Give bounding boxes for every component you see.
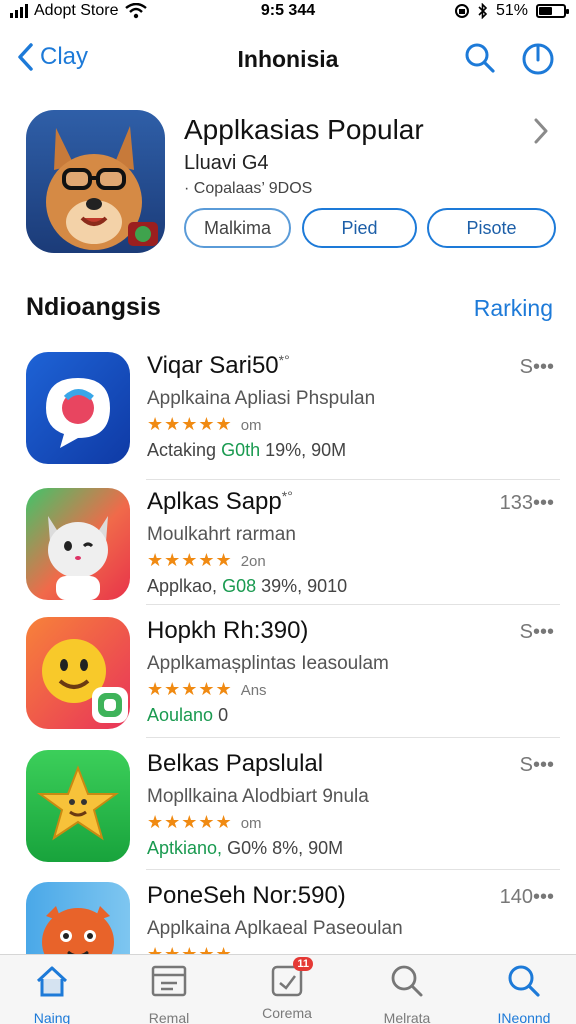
more-button[interactable]: 140••• [500, 886, 554, 909]
section-title: Ndioangsis [26, 293, 161, 321]
back-button[interactable]: Clay [16, 42, 88, 72]
tab-bar: Naing Remal 11 Corema Melrata INeonnd [0, 954, 576, 1024]
app-row[interactable]: Hopkh Rh:390) Applkamașplintas Ieasoulam… [26, 617, 556, 735]
tab-label: Naing [33, 1010, 71, 1024]
battery-icon [536, 4, 569, 18]
back-chevron-icon [18, 43, 33, 71]
tab-label: Melrata [383, 1010, 431, 1024]
tab-label: Corema [262, 1005, 312, 1021]
power-icon[interactable] [520, 40, 556, 76]
tab-home[interactable]: Naing [2, 961, 102, 1024]
tab-label: Remal [148, 1010, 190, 1024]
featured-app[interactable]: Applkasias Popular Lluavi G4 · Copalaas’… [26, 110, 556, 255]
featured-info: · Copalaas’ 9DOS [184, 180, 313, 197]
app-row[interactable]: Belkas Papslulal Mopllkaina Alodbiart 9n… [26, 750, 556, 868]
inbox-icon [151, 965, 187, 997]
more-button[interactable]: S••• [520, 754, 554, 777]
status-right: 51% [454, 2, 569, 20]
star-rating: ★★★★★ om [147, 414, 262, 434]
star-rating: ★★★★★ Ans [147, 679, 267, 699]
star-rating: ★★★★★ [147, 944, 233, 954]
app-row[interactable]: Aplkas Sapp*° Moulkahrt rarman ★★★★★ 2on … [26, 488, 556, 606]
notification-badge: 11 [293, 957, 313, 971]
divider [146, 479, 560, 480]
app-name: Belkas Papslulal [147, 750, 324, 777]
app-description: Applkaina Aplkaeal Paseoulan [147, 918, 403, 939]
app-name: Viqar Sari50*° [147, 352, 290, 379]
tab-inbox[interactable]: Remal [119, 961, 219, 1024]
star-rating: ★★★★★ 2on [147, 550, 266, 570]
chevron-right-icon[interactable] [532, 116, 550, 146]
featured-app-name: Applkasias Popular [184, 114, 424, 145]
app-meta: Actaking G0th 19%, 90M [147, 440, 347, 460]
search-icon [391, 965, 423, 997]
app-description: Mopllkaina Alodbiart 9nula [147, 786, 369, 807]
app-row[interactable]: PoneSeh Nor:590) Applkaina Aplkaeal Pase… [26, 882, 556, 954]
more-button[interactable]: 133••• [500, 492, 554, 515]
chat-bubble-icon [26, 352, 130, 464]
status-bar: Adopt Store 9:5 344 51% [0, 0, 576, 24]
search-icon [508, 965, 540, 997]
featured-button-2[interactable]: Pied [302, 208, 417, 248]
tab-search-active[interactable]: INeonnd [474, 961, 574, 1024]
app-meta: Applkao, G08 39%, 9010 [147, 576, 348, 596]
tab-updates[interactable]: 11 Corema [237, 957, 337, 1023]
featured-subtitle: Lluavi G4 [184, 152, 269, 174]
section-header: Ndioangsis Rarking [26, 293, 553, 329]
app-description: Moulkahrt rarman [147, 524, 296, 545]
battery-percent: 51% [495, 2, 528, 19]
featured-button-3[interactable]: Pisote [427, 208, 556, 248]
tab-search[interactable]: Melrata [357, 961, 457, 1024]
navigation-bar: Clay Inhonisia [0, 36, 576, 84]
back-label: Clay [40, 43, 89, 70]
ranking-link[interactable]: Rarking [474, 295, 553, 322]
app-name: Hopkh Rh:390) [147, 617, 309, 644]
app-name: PoneSeh Nor:590) [147, 882, 346, 909]
updates-icon: 11 [267, 957, 313, 1001]
app-description: Applkaina Apliasi Phspulan [147, 388, 376, 409]
divider [146, 869, 560, 870]
fox-with-glasses-icon [26, 110, 165, 253]
lock-rotation-icon [454, 4, 469, 18]
cartoon-cat-icon [26, 488, 130, 600]
app-row[interactable]: Viqar Sari50*° Applkaina Apliasi Phspula… [26, 352, 556, 470]
star-rating: ★★★★★ om [147, 812, 262, 832]
smiley-face-icon [26, 617, 130, 729]
gold-star-icon [26, 750, 130, 862]
app-description: Applkamașplintas Ieasoulam [147, 653, 389, 674]
app-name: Aplkas Sapp*° [147, 488, 293, 515]
app-meta: Aptkiano, G0% 8%, 90M [147, 838, 344, 858]
bluetooth-icon [478, 3, 488, 19]
more-button[interactable]: S••• [520, 621, 554, 644]
search-icon[interactable] [462, 40, 498, 76]
tab-label: INeonnd [497, 1010, 551, 1024]
more-button[interactable]: S••• [520, 356, 554, 379]
divider [146, 737, 560, 738]
orange-character-icon [26, 882, 130, 954]
app-meta: Aoulano 0 [147, 705, 229, 725]
divider [146, 604, 560, 605]
home-icon [36, 966, 68, 997]
featured-button-1[interactable]: Malkima [184, 208, 291, 248]
